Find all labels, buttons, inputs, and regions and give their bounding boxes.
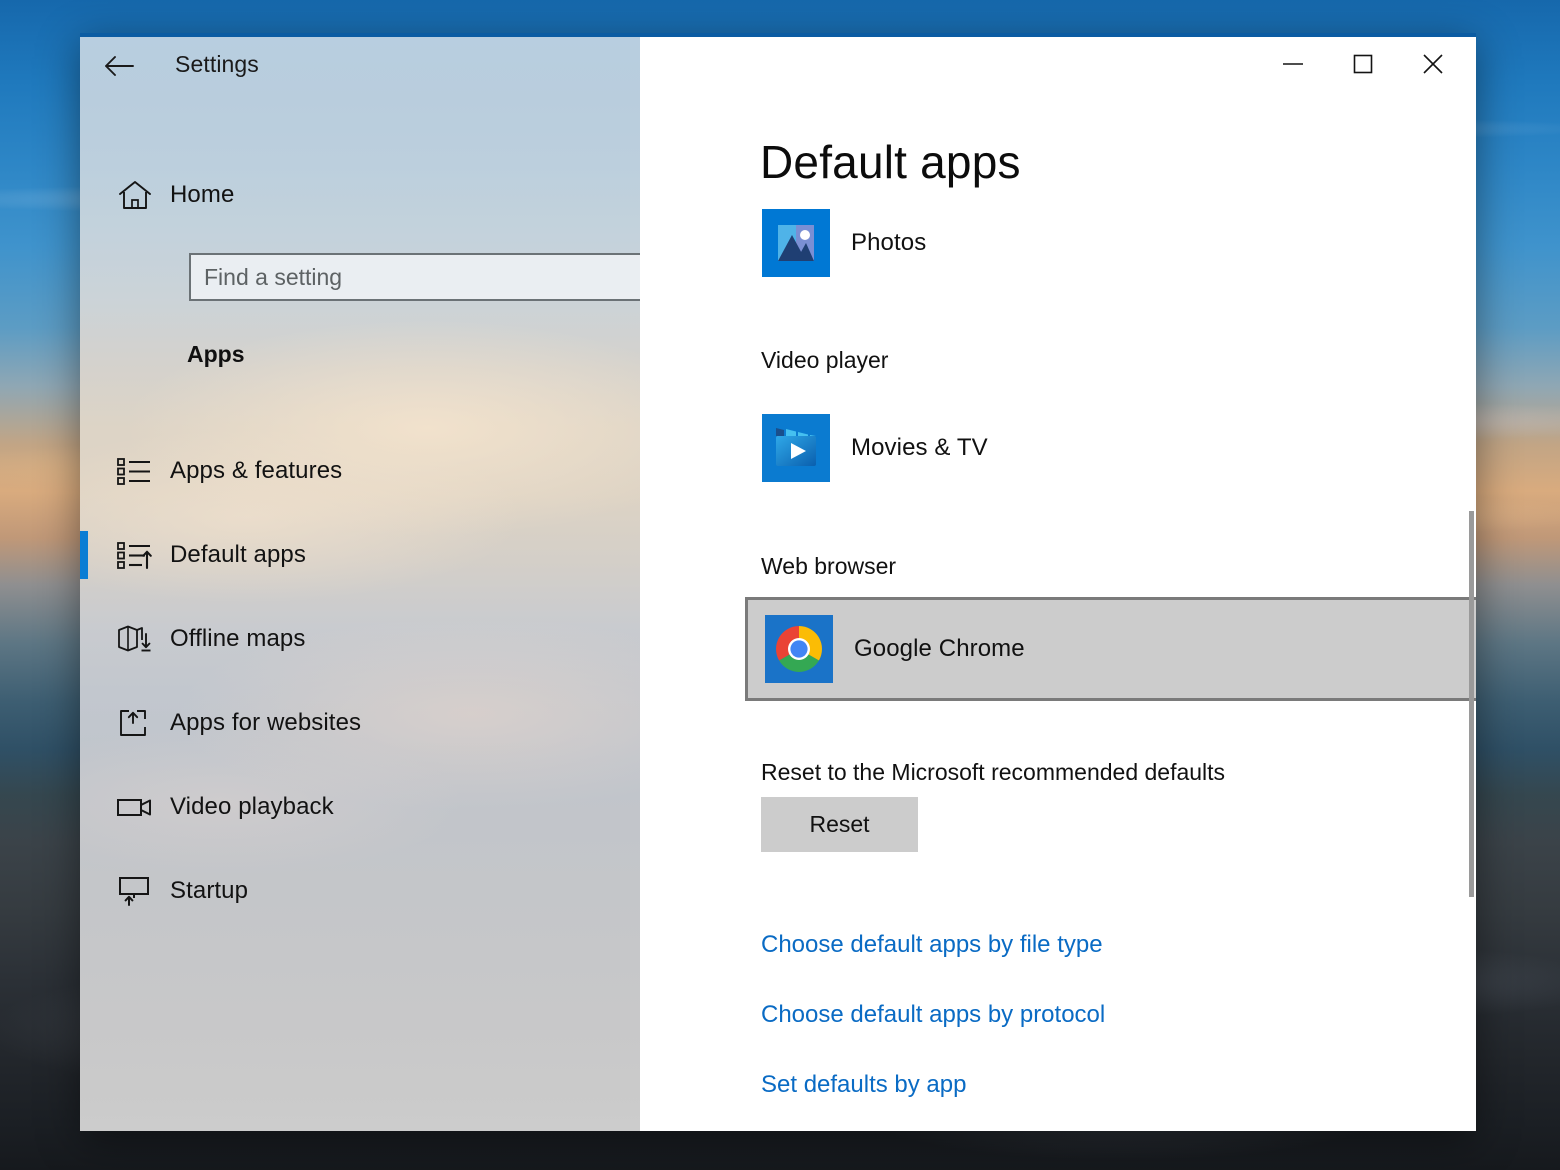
- home-icon: [108, 179, 162, 211]
- default-app-movies-tv[interactable]: Movies & TV: [745, 399, 1476, 497]
- link-choose-default-apps-by-protocol[interactable]: Choose default apps by protocol: [761, 1001, 1105, 1029]
- default-app-name: Movies & TV: [851, 434, 988, 461]
- close-button[interactable]: [1401, 41, 1464, 87]
- video-camera-icon: [108, 792, 162, 822]
- back-button[interactable]: [93, 41, 145, 91]
- list-arrow-up-icon: [108, 539, 162, 571]
- reset-section-label: Reset to the Microsoft recommended defau…: [761, 759, 1226, 785]
- sidebar-item-label: Apps & features: [170, 457, 343, 484]
- sidebar-item-label: Offline maps: [170, 625, 306, 652]
- sidebar-item-label: Startup: [170, 877, 249, 904]
- sidebar-nav-list: Apps & features Default apps Offline map…: [80, 429, 640, 933]
- sidebar-item-video-playback[interactable]: Video playback: [80, 765, 640, 849]
- settings-window: Home Find a setting Apps Apps & features…: [80, 33, 1476, 1131]
- sidebar-item-label: Default apps: [170, 541, 306, 568]
- sidebar-item-startup[interactable]: Startup: [80, 849, 640, 933]
- sidebar-item-apps-features[interactable]: Apps & features: [80, 429, 640, 513]
- reset-button[interactable]: Reset: [761, 797, 918, 852]
- sidebar-category-heading: Apps: [187, 341, 245, 367]
- navigation-pane: Home Find a setting Apps Apps & features…: [80, 33, 690, 1131]
- sidebar-item-label: Apps for websites: [170, 709, 362, 736]
- content-scrollbar-thumb[interactable]: [1469, 511, 1474, 897]
- content-pane: Default apps Photos Video player Movies …: [640, 37, 1476, 1131]
- google-chrome-app-icon: [765, 615, 833, 683]
- photos-app-icon: [762, 209, 830, 277]
- title-bar: Settings: [80, 37, 1476, 95]
- sidebar-item-home[interactable]: Home: [80, 163, 640, 227]
- section-label-web-browser: Web browser: [761, 553, 897, 579]
- sidebar-item-apps-for-websites[interactable]: Apps for websites: [80, 681, 640, 765]
- default-app-name: Photos: [851, 229, 927, 256]
- close-icon: [1422, 54, 1443, 74]
- sidebar-item-label: Video playback: [170, 793, 334, 820]
- desktop-wallpaper: Home Find a setting Apps Apps & features…: [0, 0, 1560, 1170]
- monitor-upload-icon: [108, 875, 162, 907]
- link-set-defaults-by-app[interactable]: Set defaults by app: [761, 1071, 966, 1099]
- minimize-button[interactable]: [1261, 41, 1324, 87]
- sidebar-item-default-apps[interactable]: Default apps: [80, 513, 640, 597]
- sidebar-item-home-label: Home: [170, 181, 235, 208]
- search-input-placeholder: Find a setting: [204, 263, 343, 290]
- list-icon: [108, 455, 162, 487]
- movies-tv-app-icon: [762, 414, 830, 482]
- default-app-google-chrome[interactable]: Google Chrome: [745, 597, 1476, 701]
- link-choose-default-apps-by-file-type[interactable]: Choose default apps by file type: [761, 931, 1103, 959]
- window-title: Settings: [175, 51, 259, 77]
- selection-indicator: [80, 531, 88, 579]
- default-app-name: Google Chrome: [854, 635, 1025, 662]
- window-accent-line: [80, 33, 1476, 37]
- default-app-photos[interactable]: Photos: [745, 194, 1476, 292]
- map-download-icon: [108, 623, 162, 655]
- back-arrow-icon: [105, 56, 134, 76]
- minimize-icon: [1282, 63, 1303, 65]
- page-title: Default apps: [760, 136, 1021, 188]
- section-label-video-player: Video player: [761, 347, 889, 373]
- maximize-icon: [1353, 54, 1372, 74]
- search-input[interactable]: Find a setting: [189, 253, 690, 301]
- maximize-button[interactable]: [1331, 41, 1394, 87]
- sidebar-item-offline-maps[interactable]: Offline maps: [80, 597, 640, 681]
- share-box-icon: [108, 707, 162, 739]
